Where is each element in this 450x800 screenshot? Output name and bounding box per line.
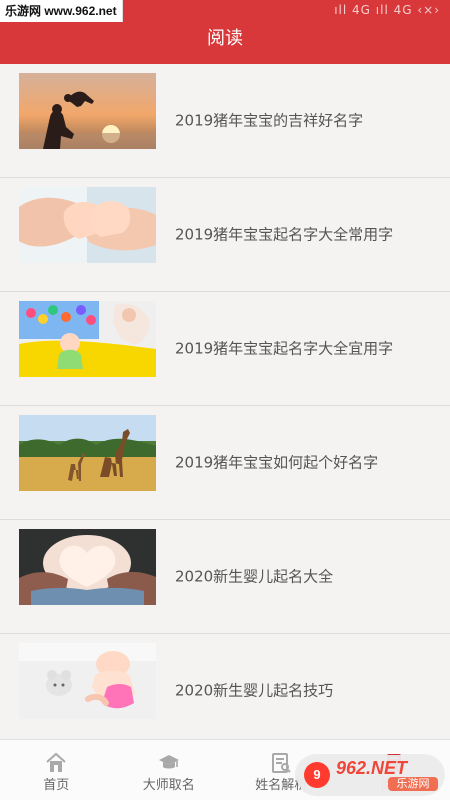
thumbnail-pregnant-belly-heart: [19, 529, 156, 605]
article-item-2[interactable]: 2019猪年宝宝起名字大全常用字: [0, 178, 450, 292]
tab-label: 首页: [43, 778, 70, 793]
bottom-watermark: 9 962.NET 乐游网: [296, 755, 444, 795]
thumbnail-baby-with-plush-toy: [19, 643, 156, 719]
sunset-parent-baby-image: [19, 73, 156, 149]
article-title: 2020新生婴儿起名大全: [175, 567, 334, 585]
app-header: 阅读: [0, 24, 450, 64]
status-bar: 乐游网 www.962.net ıll 4G ıll 4G ‹×›: [0, 0, 450, 24]
article-title: 2019猪年宝宝起名字大全常用字: [175, 225, 394, 243]
article-item-3[interactable]: 2019猪年宝宝起名字大全宜用字: [0, 292, 450, 406]
baby-with-plush-toy-image: [19, 643, 156, 719]
baby-feet-hands-image: [19, 187, 156, 263]
thumbnail-baby-ballpit-slide: [19, 301, 156, 377]
baby-ballpit-slide-image: [19, 301, 156, 377]
giraffes-savanna-image: [19, 415, 156, 491]
article-item-4[interactable]: 2019猪年宝宝如何起个好名字: [0, 406, 450, 520]
tab-master-naming[interactable]: 大师取名: [113, 740, 226, 800]
bottom-tab-bar[interactable]: 首页 大师取名 姓名解析 阅读 9 962.NET 乐游网: [0, 739, 450, 800]
thumbnail-giraffes-savanna: [19, 415, 156, 491]
page-title: 阅读: [207, 28, 243, 49]
article-item-5[interactable]: 2020新生婴儿起名大全: [0, 520, 450, 634]
analysis-icon: [272, 753, 291, 773]
graduation-cap-icon: [158, 755, 179, 769]
article-title: 2019猪年宝宝如何起个好名字: [175, 453, 379, 471]
article-list[interactable]: 2019猪年宝宝的吉祥好名字 2019猪年宝宝起名字大全常用字 2019猪年宝宝…: [0, 64, 450, 740]
article-item-1[interactable]: 2019猪年宝宝的吉祥好名字: [0, 64, 450, 178]
tab-home[interactable]: 首页: [0, 740, 113, 800]
watermark-logo-icon: 9: [304, 762, 330, 788]
thumbnail-sunset-parent-baby: [19, 73, 156, 149]
thumbnail-baby-feet-hands: [19, 187, 156, 263]
status-indicators: ıll 4G ıll 4G ‹×›: [334, 3, 440, 17]
watermark-domain: 962.NET: [336, 758, 408, 778]
article-title: 2020新生婴儿起名技巧: [175, 681, 334, 699]
pregnant-belly-heart-image: [19, 529, 156, 605]
top-watermark: 乐游网 www.962.net: [0, 0, 123, 22]
watermark-site-name: 乐游网: [388, 777, 438, 791]
article-title: 2019猪年宝宝起名字大全宜用字: [175, 339, 394, 357]
article-item-6[interactable]: 2020新生婴儿起名技巧: [0, 634, 450, 740]
article-title: 2019猪年宝宝的吉祥好名字: [175, 111, 364, 129]
home-icon: [46, 752, 66, 772]
tab-label: 大师取名: [142, 778, 195, 793]
